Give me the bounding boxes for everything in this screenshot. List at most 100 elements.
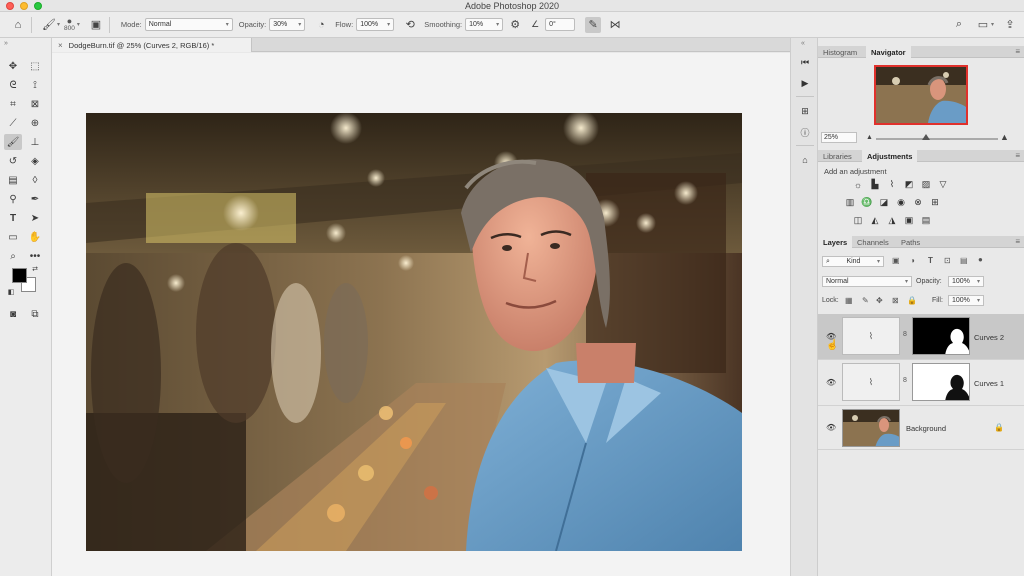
layer-name[interactable]: Curves 1 xyxy=(974,379,1004,388)
invert-icon[interactable]: ◫ xyxy=(852,215,864,226)
quick-select-tool-icon[interactable]: ⟟ xyxy=(26,77,44,93)
clone-stamp-tool-icon[interactable]: ⊥ xyxy=(26,134,44,150)
collapse-panels-icon[interactable]: « xyxy=(801,40,805,47)
layer-opacity-field[interactable]: 100% ▾ xyxy=(948,276,984,287)
brightness-contrast-icon[interactable]: ☼ xyxy=(852,179,864,190)
curves-adjustment-thumbnail[interactable]: ⌇ xyxy=(842,363,900,401)
photo-filter-icon[interactable]: ◉ xyxy=(895,197,907,208)
brush-settings-icon[interactable]: ▣ xyxy=(88,17,104,33)
move-tool-icon[interactable]: ✥ xyxy=(4,58,22,74)
tab-libraries[interactable]: Libraries xyxy=(818,150,857,162)
layer-mask-thumbnail[interactable] xyxy=(912,363,970,401)
share-icon[interactable]: ⇪ xyxy=(1002,17,1018,33)
navigator-preview[interactable] xyxy=(874,65,968,125)
filter-smart-object-icon[interactable]: ▤ xyxy=(960,256,968,265)
history-brush-tool-icon[interactable]: ↺ xyxy=(4,153,22,169)
frame-tool-icon[interactable]: ⊠ xyxy=(26,96,44,112)
foreground-color-swatch[interactable] xyxy=(12,268,27,283)
mask-link-icon[interactable]: 8 xyxy=(903,331,907,338)
quick-mask-icon[interactable]: ◙ xyxy=(4,306,22,322)
close-tab-icon[interactable]: × xyxy=(58,41,63,50)
selective-color-icon[interactable]: ▣ xyxy=(903,215,915,226)
filter-adjustment-icon[interactable]: ◑ xyxy=(910,256,915,265)
layer-lock-icon[interactable]: 🔒 xyxy=(994,423,1004,432)
collapse-toolbar-icon[interactable]: » xyxy=(4,40,8,47)
lock-pixels-icon[interactable]: ✎ xyxy=(862,296,869,305)
navigator-zoom-field[interactable]: 25% xyxy=(821,132,857,143)
tab-navigator[interactable]: Navigator xyxy=(866,46,911,58)
gradient-map-2-icon[interactable]: ▤ xyxy=(920,215,932,226)
rectangle-tool-icon[interactable]: ▭ xyxy=(4,229,22,245)
color-balance-icon[interactable]: ♎ xyxy=(861,197,873,208)
layer-name[interactable]: Background xyxy=(906,424,946,433)
gradient-map-icon[interactable]: ▨ xyxy=(920,179,932,190)
layer-fill-field[interactable]: 100% ▾ xyxy=(948,295,984,306)
smoothing-options-gear-icon[interactable]: ⚙ xyxy=(507,17,523,33)
opacity-field[interactable]: 30% ▾ xyxy=(269,18,306,31)
hue-saturation-icon[interactable]: ▥ xyxy=(844,197,856,208)
layer-name[interactable]: Curves 2 xyxy=(974,333,1004,342)
type-tool-icon[interactable]: T xyxy=(4,210,22,226)
filter-pixel-icon[interactable]: ▣ xyxy=(892,256,900,265)
exposure-icon[interactable]: ◩ xyxy=(903,179,915,190)
threshold-icon[interactable]: ◮ xyxy=(886,215,898,226)
marquee-tool-icon[interactable]: ⬚ xyxy=(26,58,44,74)
history-icon[interactable]: ⏮ xyxy=(797,55,813,69)
document-image[interactable] xyxy=(86,113,742,551)
visibility-eye-icon[interactable]: 👁 xyxy=(826,423,836,432)
lock-artboard-icon[interactable]: ⊠ xyxy=(892,296,899,305)
dodge-tool-icon[interactable]: ⚲ xyxy=(4,191,22,207)
tab-layers[interactable]: Layers xyxy=(818,236,853,248)
more-tools-icon[interactable]: ••• xyxy=(26,248,44,264)
home-icon[interactable]: ⌂ xyxy=(10,17,26,33)
layer-row-curves-1[interactable]: 👁 ⌇ 8 Curves 1 xyxy=(818,360,1024,406)
filter-type-icon[interactable]: T xyxy=(928,256,933,265)
actions-play-icon[interactable]: ▶ xyxy=(797,76,813,90)
lasso-tool-icon[interactable]: ᘓ xyxy=(4,77,22,93)
lock-transparency-icon[interactable]: ▦ xyxy=(845,296,853,305)
filter-toggle-icon[interactable]: ● xyxy=(978,255,983,264)
zoom-out-icon[interactable]: ▲ xyxy=(866,134,873,141)
eyedropper-tool-icon[interactable]: ⟋ xyxy=(4,115,22,131)
channel-mixer-icon[interactable]: ⊗ xyxy=(912,197,924,208)
symmetry-butterfly-icon[interactable]: ⋈ xyxy=(607,17,623,33)
zoom-in-icon[interactable]: ▲ xyxy=(1000,132,1009,142)
layer-row-background[interactable]: 👁 Background 🔒 xyxy=(818,406,1024,450)
lock-position-icon[interactable]: ✥ xyxy=(876,296,883,305)
layer-filter-select[interactable]: ⌕ Kind ▾ xyxy=(822,256,884,267)
panel-menu-icon[interactable]: ≡ xyxy=(1015,237,1020,246)
default-colors-icon[interactable]: ◧ xyxy=(6,287,16,297)
background-layer-thumbnail[interactable] xyxy=(842,409,900,447)
levels-icon[interactable]: ▙ xyxy=(869,179,881,190)
flow-field[interactable]: 100% ▾ xyxy=(356,18,395,31)
chevron-down-icon[interactable]: ▾ xyxy=(77,21,80,28)
lock-all-icon[interactable]: 🔒 xyxy=(907,296,917,305)
brush-tool-preset-icon[interactable]: 🖌 xyxy=(41,17,57,33)
blur-tool-icon[interactable]: ◊ xyxy=(26,172,44,188)
color-lookup-icon[interactable]: ⊞ xyxy=(929,197,941,208)
tab-paths[interactable]: Paths xyxy=(896,236,925,248)
navigator-zoom-slider[interactable] xyxy=(876,138,998,140)
info-icon[interactable]: ⓘ xyxy=(797,125,813,139)
gradient-tool-icon[interactable]: ▤ xyxy=(4,172,22,188)
crop-tool-icon[interactable]: ⌗ xyxy=(4,96,22,112)
filter-shape-icon[interactable]: ⊡ xyxy=(944,256,951,265)
eraser-tool-icon[interactable]: ◈ xyxy=(26,153,44,169)
blend-mode-select[interactable]: Normal ▾ xyxy=(822,276,912,287)
black-white-icon[interactable]: ◪ xyxy=(878,197,890,208)
brush-picker[interactable]: ● 800 xyxy=(64,16,75,32)
tab-channels[interactable]: Channels xyxy=(852,236,894,248)
zoom-slider-handle[interactable] xyxy=(922,134,930,140)
smoothing-field[interactable]: 10% ▾ xyxy=(465,18,504,31)
mask-link-icon[interactable]: 8 xyxy=(903,377,907,384)
airbrush-icon[interactable]: ⟲ xyxy=(402,17,418,33)
tab-adjustments[interactable]: Adjustments xyxy=(862,150,918,162)
posterize-icon[interactable]: ◭ xyxy=(869,215,881,226)
visibility-eye-icon[interactable]: 👁 xyxy=(826,378,836,387)
zoom-tool-icon[interactable]: ⌕ xyxy=(4,248,22,264)
pen-tool-icon[interactable]: ✒ xyxy=(26,191,44,207)
layer-row-curves-2[interactable]: 👁 ☝ ⌇ 8 Curves 2 xyxy=(818,314,1024,360)
chevron-down-icon[interactable]: ▾ xyxy=(57,21,60,28)
curves-icon[interactable]: ⌇ xyxy=(886,179,898,190)
properties-icon[interactable]: ⊞ xyxy=(797,104,813,118)
